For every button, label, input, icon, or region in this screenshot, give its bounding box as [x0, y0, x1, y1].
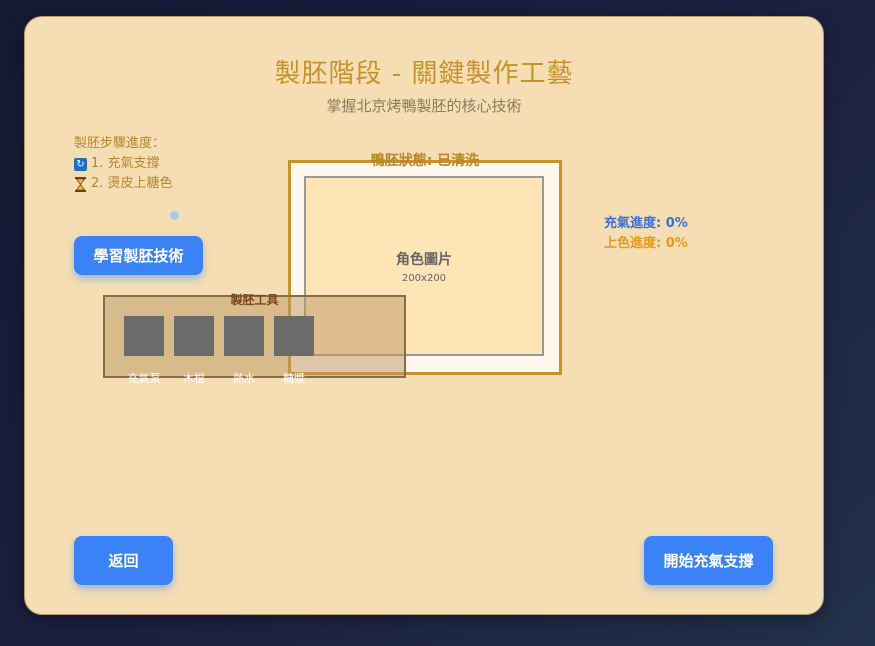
back-button[interactable]: 返回 [74, 536, 173, 585]
character-image-title: 角色圖片 [396, 251, 452, 268]
step-item: ↻ 1. 充氣支撐 [74, 154, 173, 174]
color-progress: 上色進度: 0% [604, 236, 688, 251]
tools-title: 製胚工具 [230, 293, 279, 307]
tool-air-pump[interactable] [124, 316, 164, 356]
step-item: 2. 燙皮上糖色 [74, 174, 173, 194]
progress-stats: 充氣進度: 0% 上色進度: 0% [604, 214, 688, 254]
learn-technique-button[interactable]: 學習製胚技術 [74, 236, 203, 275]
main-panel: 製胚階段 - 關鍵製作工藝 掌握北京烤鴨製胚的核心技術 製胚步驟進度： ↻ 1.… [24, 16, 824, 615]
character-image-size: 200x200 [401, 272, 447, 284]
tool-syrup[interactable] [274, 316, 314, 356]
tool-label: 木棍 [183, 372, 205, 385]
tool-wood-stick[interactable] [174, 316, 214, 356]
tools-panel: 製胚工具 充氣泵 木棍 熱水 糖漿 [103, 293, 406, 385]
hourglass-icon [75, 176, 86, 192]
step-progress: 製胚步驟進度： ↻ 1. 充氣支撐 2. 燙皮上糖色 [74, 134, 173, 194]
step-progress-heading: 製胚步驟進度： [74, 136, 166, 151]
duck-status: 鴨胚狀態: 已清洗 [370, 153, 480, 169]
step-label: 1. 充氣支撐 [91, 156, 160, 171]
tool-label: 糖漿 [283, 372, 305, 385]
tool-label: 熱水 [233, 372, 255, 385]
tool-hot-water[interactable] [224, 316, 264, 356]
start-inflation-button[interactable]: 開始充氣支撐 [644, 536, 773, 585]
step-label: 2. 燙皮上糖色 [91, 176, 173, 191]
air-progress: 充氣進度: 0% [604, 216, 688, 231]
page-subtitle: 掌握北京烤鴨製胚的核心技術 [326, 97, 522, 115]
page-title: 製胚階段 - 關鍵製作工藝 [274, 59, 574, 89]
refresh-icon: ↻ [74, 157, 87, 171]
tool-label: 充氣泵 [127, 372, 161, 385]
indicator-dot [170, 211, 179, 220]
